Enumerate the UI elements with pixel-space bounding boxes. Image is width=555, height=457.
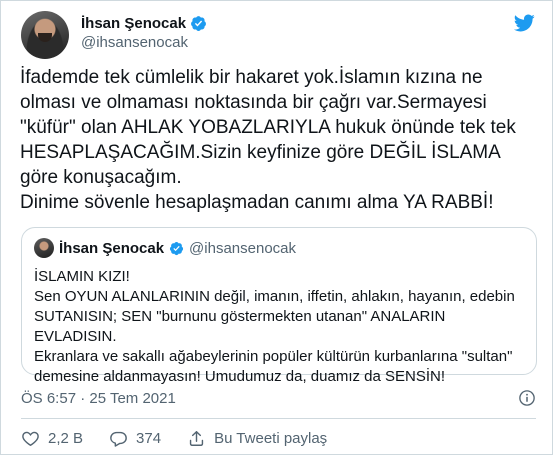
tweet-header: İhsan Şenocak @ihsansenocak bbox=[21, 8, 536, 59]
author-handle[interactable]: @ihsansenocak bbox=[81, 34, 207, 51]
twitter-bird-icon[interactable] bbox=[512, 12, 536, 34]
author-info[interactable]: İhsan Şenocak @ihsansenocak bbox=[81, 15, 207, 51]
tweet-timestamp[interactable]: ÖS 6:57 · 25 Tem 2021 bbox=[21, 390, 176, 407]
like-button[interactable]: 2,2 B bbox=[21, 429, 83, 448]
tweet-text: İfademde tek cümlelik bir hakaret yok.İs… bbox=[20, 67, 516, 213]
author-avatar[interactable] bbox=[21, 11, 69, 59]
heart-icon bbox=[22, 431, 39, 446]
verified-badge-icon bbox=[169, 241, 184, 255]
share-button[interactable]: Bu Tweeti paylaş bbox=[187, 429, 327, 448]
reply-button[interactable]: 374 bbox=[109, 429, 161, 448]
quoted-author-avatar bbox=[34, 238, 54, 258]
quoted-tweet[interactable]: İhsan Şenocak @ihsansenocak İSLAMIN KIZI… bbox=[21, 227, 537, 385]
reply-bubble-icon bbox=[110, 431, 127, 447]
quoted-tweet-text: İSLAMIN KIZI! Sen OYUN ALANLARININ değil… bbox=[34, 268, 515, 385]
quoted-author-handle: @ihsansenocak bbox=[189, 239, 297, 257]
share-icon bbox=[189, 430, 204, 446]
reply-count: 374 bbox=[136, 429, 162, 447]
quoted-author-name: İhsan Şenocak bbox=[59, 239, 165, 257]
action-bar: 2,2 B 374 Bu Tweeti paylaş bbox=[21, 427, 353, 449]
share-label: Bu Tweeti paylaş bbox=[214, 429, 328, 447]
like-count: 2,2 B bbox=[48, 429, 84, 447]
verified-badge-icon bbox=[191, 16, 206, 31]
tweet-card: İhsan Şenocak @ihsansenocak İfademde tek… bbox=[0, 0, 553, 455]
info-icon[interactable] bbox=[518, 389, 536, 407]
quoted-tweet-header: İhsan Şenocak @ihsansenocak bbox=[34, 238, 296, 258]
author-name[interactable]: İhsan Şenocak bbox=[81, 15, 186, 32]
divider bbox=[21, 418, 536, 419]
